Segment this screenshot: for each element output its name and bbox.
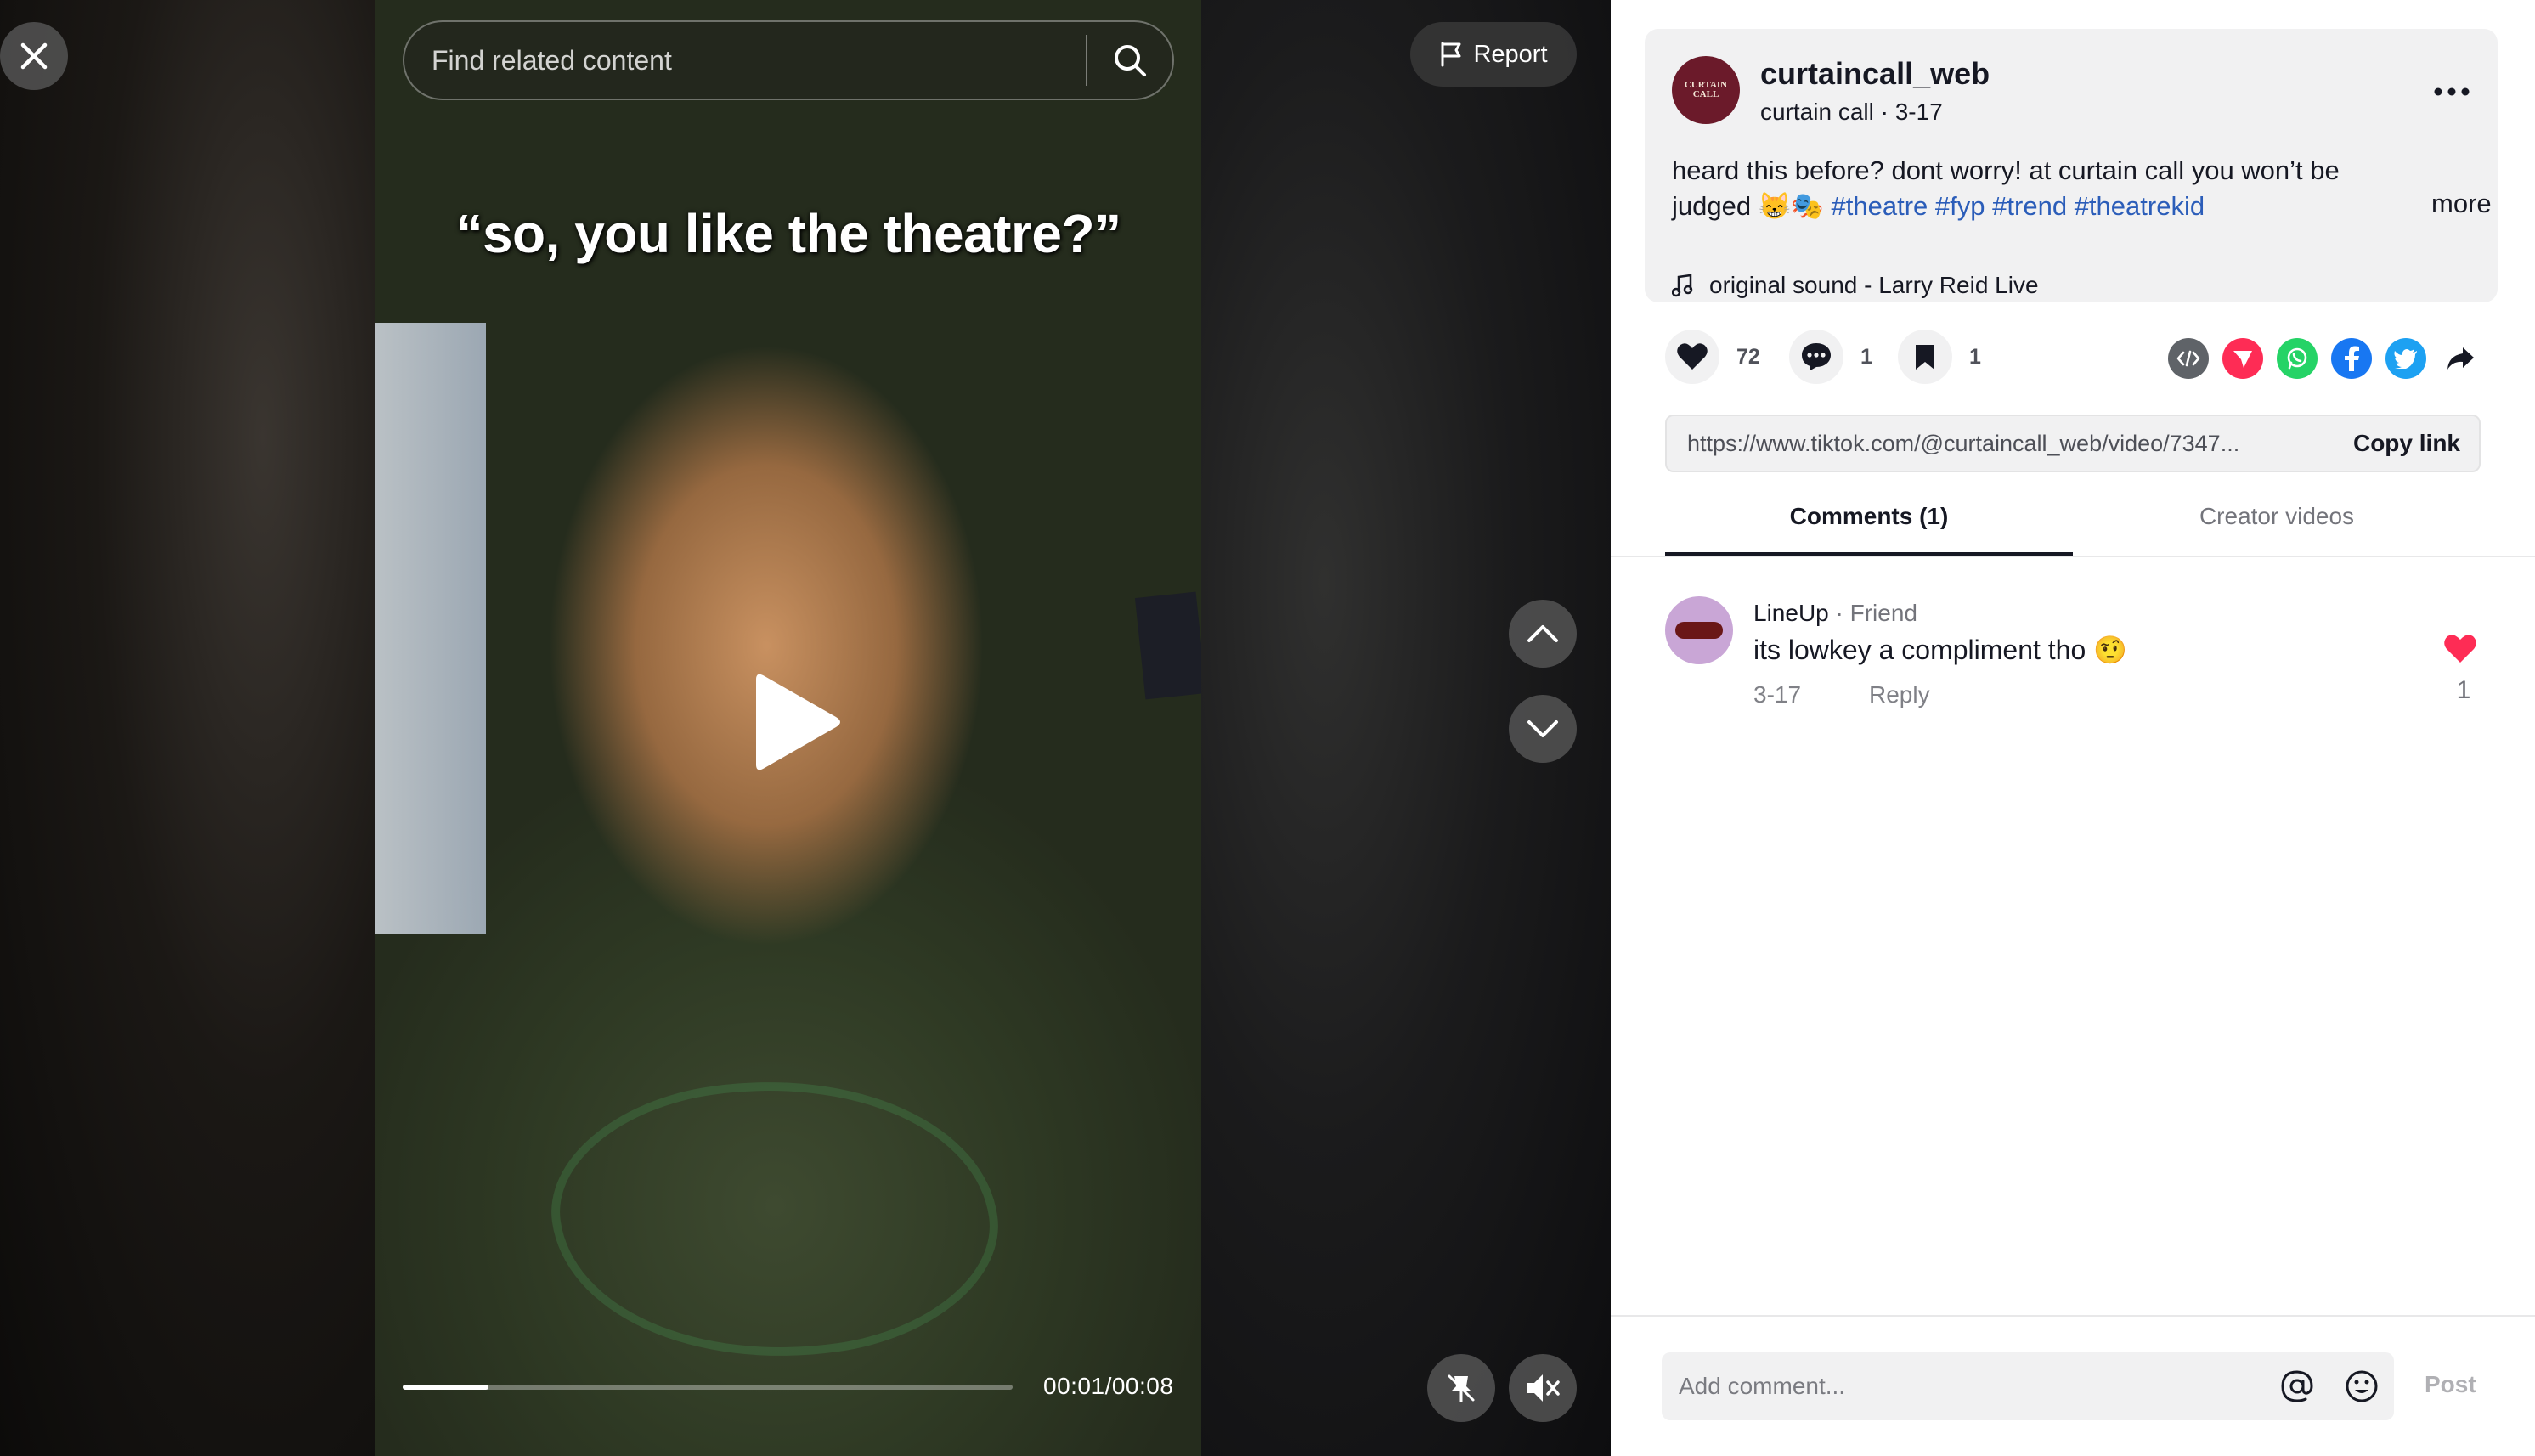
close-icon	[20, 42, 48, 70]
hashtag-theatrekid[interactable]: #theatrekid	[2075, 191, 2205, 221]
more-link[interactable]: more	[2431, 189, 2492, 219]
play-icon	[756, 674, 840, 770]
video-scene-poster	[1134, 591, 1201, 700]
share-link-box: https://www.tiktok.com/@curtaincall_web/…	[1665, 415, 2481, 472]
play-button[interactable]	[748, 671, 850, 773]
comment-date: 3-17	[1753, 681, 1802, 708]
sound-link[interactable]: original sound - Larry Reid Live	[1672, 272, 2039, 299]
guitar-logo	[1675, 622, 1723, 639]
more-options-button[interactable]	[2426, 75, 2477, 109]
progress-bar[interactable]	[403, 1385, 1013, 1390]
like-count: 72	[1736, 344, 1760, 369]
avatar-logo-text: CURTAIN CALL	[1684, 80, 1728, 99]
video-stage: “so, you like the theatre?” Report	[0, 0, 1611, 1456]
music-note-icon	[1672, 274, 1693, 297]
volume-muted-icon	[1527, 1374, 1560, 1402]
composer-divider	[1611, 1315, 2535, 1317]
video-caption-overlay: “so, you like the theatre?”	[455, 203, 1121, 264]
post-date: 3-17	[1894, 99, 1943, 125]
embed-button[interactable]	[2168, 338, 2209, 379]
video-scene-window	[375, 323, 486, 934]
floating-player-button[interactable]	[1427, 1354, 1495, 1422]
at-sign-icon	[2281, 1370, 2313, 1402]
comment-reply-button[interactable]: Reply	[1869, 681, 1930, 708]
facebook-icon	[2345, 346, 2359, 371]
comment-like-button[interactable]	[2443, 634, 2484, 674]
twitter-share-button[interactable]	[2385, 338, 2426, 379]
share-link-text[interactable]: https://www.tiktok.com/@curtaincall_web/…	[1667, 431, 2335, 457]
report-button[interactable]: Report	[1410, 22, 1577, 87]
comment-button[interactable]: 1	[1789, 330, 1872, 384]
whatsapp-share-button[interactable]	[2277, 338, 2318, 379]
post-description: heard this before? dont worry! at curtai…	[1672, 153, 2385, 224]
comment-circle	[1789, 330, 1843, 384]
sound-name: original sound - Larry Reid Live	[1709, 272, 2039, 298]
search-bar	[403, 20, 1174, 100]
share-arrow-icon	[2447, 347, 2474, 370]
like-circle	[1665, 330, 1719, 384]
more-share-button[interactable]	[2440, 338, 2481, 379]
close-button[interactable]	[0, 22, 68, 90]
comment-author[interactable]: LineUp	[1753, 600, 1829, 626]
creator-display-name: curtain call	[1760, 99, 1874, 125]
creator-avatar[interactable]: CURTAIN CALL	[1672, 56, 1740, 124]
heart-icon	[1677, 343, 1708, 370]
comment-like-count: 1	[2456, 676, 2471, 704]
search-button[interactable]	[1087, 22, 1172, 99]
tab-comments[interactable]: Comments (1)	[1665, 503, 2073, 556]
video-scene-hoodie	[536, 1049, 1013, 1389]
mention-button[interactable]	[2265, 1352, 2329, 1420]
facebook-share-button[interactable]	[2331, 338, 2372, 379]
save-button[interactable]: 1	[1898, 330, 1981, 384]
mute-button[interactable]	[1509, 1354, 1577, 1422]
comment-input[interactable]	[1662, 1352, 2265, 1420]
time-display: 00:01/00:08	[1043, 1373, 1174, 1399]
pin-off-icon	[1448, 1374, 1475, 1402]
send-to-friends-button[interactable]	[2222, 338, 2263, 379]
comment-bubble-icon	[1802, 343, 1831, 370]
tab-creator-videos[interactable]: Creator videos	[2073, 503, 2481, 556]
embed-code-icon	[2176, 350, 2200, 367]
search-input[interactable]	[404, 22, 1086, 99]
hashtag-theatre[interactable]: #theatre	[1832, 191, 1928, 221]
search-icon	[1115, 45, 1146, 76]
creator-subline: curtain call · 3-17	[1760, 99, 1943, 126]
comment-count: 1	[1860, 344, 1872, 369]
save-count: 1	[1969, 344, 1981, 369]
tabs-divider	[1611, 556, 2535, 557]
blurred-background-left	[0, 0, 375, 1456]
hashtag-fyp[interactable]: #fyp	[1935, 191, 1985, 221]
details-panel: CURTAIN CALL curtaincall_web curtain cal…	[1611, 0, 2535, 1456]
comment-text: its lowkey a compliment tho 🤨	[1753, 635, 2127, 665]
creator-username[interactable]: curtaincall_web	[1760, 56, 1990, 92]
like-button[interactable]: 72	[1665, 330, 1760, 384]
previous-video-button[interactable]	[1509, 600, 1577, 668]
save-circle	[1898, 330, 1952, 384]
whatsapp-icon	[2287, 347, 2307, 370]
commenter-avatar[interactable]	[1665, 596, 1733, 664]
chevron-down-icon	[1527, 720, 1558, 737]
report-label: Report	[1473, 40, 1548, 68]
paper-plane-icon	[2233, 351, 2252, 368]
comment-relationship-tag: · Friend	[1828, 600, 1917, 626]
comment-author-line: LineUp · Friend	[1753, 600, 1917, 627]
bookmark-icon	[1916, 345, 1934, 370]
flag-icon	[1441, 42, 1461, 67]
twitter-bird-icon	[2394, 349, 2417, 369]
copy-link-button[interactable]: Copy link	[2335, 430, 2479, 457]
next-video-button[interactable]	[1509, 695, 1577, 763]
chevron-up-icon	[1527, 625, 1558, 642]
emoji-smile-icon	[2346, 1370, 2378, 1402]
subline-separator: ·	[1880, 99, 1895, 125]
comment-composer	[1662, 1352, 2394, 1420]
progress-fill	[403, 1385, 488, 1390]
emoji-button[interactable]	[2329, 1352, 2394, 1420]
hashtag-trend[interactable]: #trend	[1992, 191, 2067, 221]
ellipsis-icon	[2434, 87, 2470, 96]
post-info-card: CURTAIN CALL curtaincall_web curtain cal…	[1645, 29, 2498, 302]
heart-filled-icon	[2444, 635, 2476, 663]
post-comment-button[interactable]: Post	[2425, 1371, 2476, 1398]
